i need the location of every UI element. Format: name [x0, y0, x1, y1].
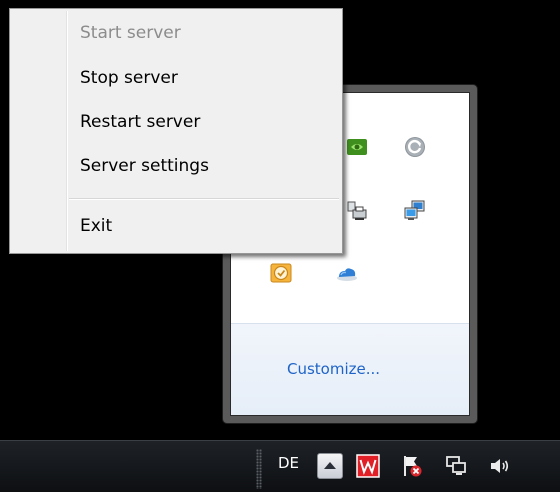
clock-app-icon[interactable]	[269, 261, 293, 285]
menu-item-exit[interactable]: Exit	[80, 214, 112, 238]
menu-item-stop-server[interactable]: Stop server	[80, 66, 178, 90]
menu-separator	[69, 198, 339, 200]
network-printer-icon[interactable]	[345, 199, 369, 223]
cloud-icon[interactable]	[335, 261, 359, 285]
network-icon[interactable]	[444, 454, 468, 478]
menu-item-start-server: Start server	[80, 23, 181, 43]
customize-link[interactable]: Customize...	[287, 360, 380, 378]
nvidia-icon[interactable]	[345, 135, 369, 159]
customize-area: Customize...	[231, 323, 469, 415]
menu-item-restart-server[interactable]: Restart server	[80, 110, 200, 134]
language-indicator[interactable]: DE	[278, 454, 299, 472]
menu-item-server-settings[interactable]: Server settings	[80, 154, 209, 178]
volume-icon[interactable]	[488, 454, 512, 478]
action-center-flag-icon[interactable]	[400, 454, 424, 478]
network-computers-icon[interactable]	[403, 199, 427, 223]
refresh-icon[interactable]	[403, 135, 427, 159]
menu-icon-gutter	[66, 11, 68, 251]
context-menu: Start server Stop server Restart server …	[9, 8, 343, 254]
show-hidden-icons-icon[interactable]	[317, 453, 343, 479]
red-w-app-icon[interactable]	[356, 454, 380, 478]
taskbar: DE	[0, 440, 560, 492]
taskbar-gripper[interactable]	[256, 449, 262, 489]
